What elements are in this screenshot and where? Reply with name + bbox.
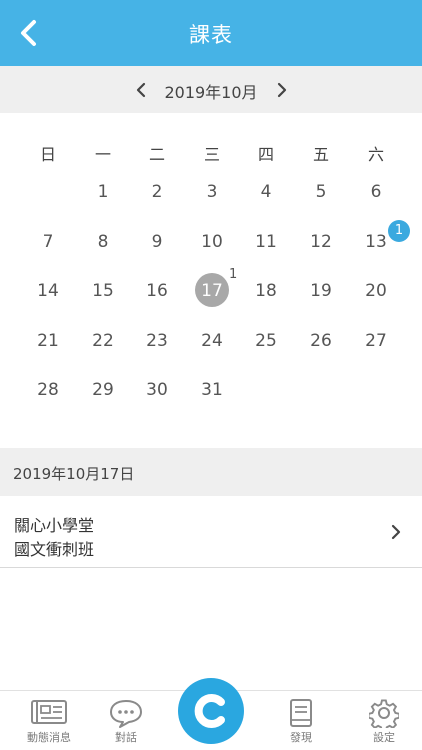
gear-icon bbox=[369, 699, 399, 728]
next-month-icon[interactable] bbox=[271, 79, 293, 101]
calendar-day[interactable]: 29 bbox=[76, 380, 130, 400]
weekday-sat: 六 bbox=[367, 145, 384, 164]
tab-chat[interactable]: 對話 bbox=[91, 691, 161, 750]
calendar-day[interactable]: 31 bbox=[185, 380, 239, 400]
calendar-day[interactable]: 27 bbox=[349, 331, 403, 351]
tab-discover-label: 發現 bbox=[290, 731, 312, 744]
weekday-wed: 三 bbox=[203, 145, 220, 164]
weekday-thu: 四 bbox=[257, 145, 274, 164]
calendar-day-selected[interactable]: 17 bbox=[185, 281, 239, 301]
course-list-item[interactable]: 關心小學堂 國文衝刺班 bbox=[0, 496, 422, 568]
month-label: 2019年10月 bbox=[164, 83, 258, 102]
tab-discover[interactable]: 發現 bbox=[266, 691, 336, 750]
calendar-day[interactable]: 10 bbox=[185, 232, 239, 252]
calendar-day[interactable]: 9 bbox=[130, 232, 184, 252]
calendar-day[interactable]: 11 bbox=[239, 232, 293, 252]
calendar-day[interactable]: 7 bbox=[21, 232, 75, 252]
month-navigator: 2019年10月 bbox=[0, 66, 422, 113]
tab-settings[interactable]: 設定 bbox=[349, 691, 419, 750]
course-school-name: 關心小學堂 bbox=[14, 516, 95, 535]
selected-date-label: 2019年10月17日 bbox=[13, 465, 135, 483]
weekday-mon: 一 bbox=[94, 145, 111, 164]
calendar-day[interactable]: 24 bbox=[185, 331, 239, 351]
calendar-day[interactable]: 18 bbox=[239, 281, 293, 301]
calendar-day[interactable]: 22 bbox=[76, 331, 130, 351]
calendar-day[interactable]: 3 bbox=[185, 182, 239, 202]
selected-date-header: 2019年10月17日 bbox=[0, 448, 422, 496]
calendar-grid: 日 一 二 三 四 五 六 1 2 3 4 5 6 7 8 9 10 11 12… bbox=[0, 113, 422, 448]
calendar-day[interactable]: 30 bbox=[130, 380, 184, 400]
calendar-day[interactable]: 26 bbox=[294, 331, 348, 351]
page-title: 課表 bbox=[189, 23, 233, 47]
calendar-day[interactable]: 2 bbox=[130, 182, 184, 202]
selected-day-event-count: 1 bbox=[229, 267, 238, 282]
calendar-day[interactable]: 1 bbox=[76, 182, 130, 202]
calendar-day[interactable]: 28 bbox=[21, 380, 75, 400]
weekday-tue: 二 bbox=[148, 145, 165, 164]
calendar-day[interactable]: 25 bbox=[239, 331, 293, 351]
calendar-day[interactable]: 4 bbox=[239, 182, 293, 202]
calendar-day[interactable]: 12 bbox=[294, 232, 348, 252]
weekday-sun: 日 bbox=[39, 145, 56, 164]
app-logo-c-icon bbox=[194, 694, 225, 728]
tab-news-label: 動態消息 bbox=[27, 731, 71, 744]
book-icon bbox=[290, 699, 312, 727]
tab-news[interactable]: 動態消息 bbox=[14, 691, 84, 750]
calendar-day[interactable]: 20 bbox=[349, 281, 403, 301]
course-class-name: 國文衝刺班 bbox=[14, 540, 95, 559]
weekday-fri: 五 bbox=[312, 145, 329, 164]
tab-settings-label: 設定 bbox=[373, 731, 395, 744]
calendar-day[interactable]: 6 bbox=[349, 182, 403, 202]
home-center-button[interactable] bbox=[178, 678, 244, 744]
calendar-day[interactable]: 5 bbox=[294, 182, 348, 202]
calendar-day[interactable]: 14 bbox=[21, 281, 75, 301]
event-count-badge: 1 bbox=[388, 220, 410, 242]
chat-bubble-icon bbox=[110, 700, 142, 728]
calendar-day[interactable]: 8 bbox=[76, 232, 130, 252]
chevron-right-icon bbox=[391, 524, 401, 540]
calendar-day[interactable]: 19 bbox=[294, 281, 348, 301]
newspaper-icon bbox=[31, 700, 67, 724]
calendar-day[interactable]: 23 bbox=[130, 331, 184, 351]
tab-chat-label: 對話 bbox=[115, 731, 137, 744]
calendar-day[interactable]: 21 bbox=[21, 331, 75, 351]
calendar-day[interactable]: 16 bbox=[130, 281, 184, 301]
app-header: 課表 bbox=[0, 0, 422, 66]
calendar-day[interactable]: 15 bbox=[76, 281, 130, 301]
